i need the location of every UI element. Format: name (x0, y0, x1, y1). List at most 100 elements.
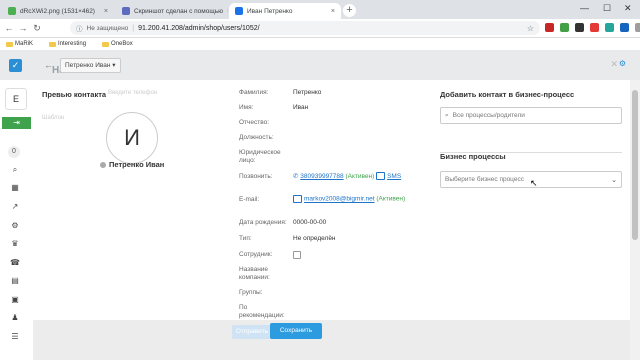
folder-icon (6, 41, 13, 47)
ghost-hint: Введите телефон (108, 90, 158, 96)
calendar-icon[interactable]: ▦ (9, 183, 21, 192)
grid-icon[interactable]: ▣ (9, 295, 21, 304)
phone-link[interactable]: 380939997788 (300, 173, 343, 180)
tab-2[interactable]: Иван Петренко × (229, 3, 341, 19)
contact-avatar: И (106, 112, 158, 164)
back-icon[interactable]: ← (2, 23, 16, 33)
contact-modal: ✕ ⚙ Превью контакта Введите телефон Шабл… (33, 59, 630, 360)
gear-icon[interactable]: ⚙ (619, 59, 626, 68)
field-label-referral: По рекомендации: (239, 304, 285, 319)
sms-icon (376, 172, 386, 181)
page-content: ✓ ← Написать смс Петренко Иван ▾ E ⇥ 0 ⌕… (0, 50, 640, 360)
close-window-icon[interactable]: ✕ (624, 3, 632, 14)
preview-heading: Превью контакта (42, 90, 107, 99)
field-label-email: E-mail: (239, 196, 260, 203)
field-value-type: Не определён (293, 235, 336, 242)
extension-icon[interactable] (545, 23, 554, 32)
bookmark-marik[interactable]: MaRiK (6, 41, 33, 47)
counter-badge[interactable]: 0 (8, 146, 20, 158)
status-dot-icon (100, 161, 106, 168)
tab-label: Скриншот сделан с помощью (134, 7, 223, 15)
extension-icon[interactable] (605, 23, 614, 32)
extension-icons: ⋮ (545, 23, 640, 32)
info-icon[interactable]: ⓘ (76, 23, 83, 33)
mouse-cursor-icon: ↖ (530, 178, 538, 188)
folder-icon (102, 41, 110, 47)
save-button[interactable]: Сохранить (270, 323, 322, 339)
tab-close-icon[interactable]: × (227, 8, 228, 15)
field-label-patronymic: Отчество: (239, 119, 270, 126)
phone-icon[interactable]: ☎ (9, 258, 21, 267)
contact-selector[interactable]: Петренко Иван ▾ (60, 58, 121, 73)
field-value-birthdate: 0000-00-00 (293, 219, 327, 226)
field-label-company: Название компании: (239, 266, 270, 281)
tab-1[interactable]: Скриншот сделан с помощью × (116, 3, 228, 19)
browser-tab-bar: dRcXWi2.png (1531×462) × Скриншот сделан… (0, 0, 640, 19)
search-placeholder: Все процессы/родители (452, 112, 525, 119)
send-button-ghost[interactable]: Отправить (232, 325, 272, 339)
field-label-employee: Сотрудник: (239, 251, 273, 258)
tab-0[interactable]: dRcXWi2.png (1531×462) × (2, 3, 114, 19)
search-icon[interactable]: ⌕ (9, 165, 21, 175)
omnibox[interactable]: ⓘ Не защищено | 91.200.41.208/admin/shop… (70, 21, 540, 35)
user-icon[interactable]: ♟ (9, 313, 21, 322)
divider: | (132, 24, 135, 32)
contact-full-name: Петренко Иван (100, 160, 164, 169)
user-initial-avatar[interactable]: E (5, 88, 27, 110)
bookmarks-bar: MaRiK Interesting OneBox (0, 38, 640, 50)
add-to-process-heading: Добавить контакт в бизнес-процесс (440, 90, 575, 99)
app-header: ✓ ← Написать смс Петренко Иван ▾ (0, 50, 640, 80)
bookmark-star-icon[interactable]: ☆ (527, 24, 534, 33)
green-action-button[interactable]: ⇥ (2, 117, 31, 129)
employee-checkbox[interactable] (293, 251, 301, 259)
reload-icon[interactable]: ↻ (30, 23, 44, 34)
profile-avatar[interactable] (635, 23, 640, 32)
url-text[interactable]: 91.200.41.208/admin/shop/users/1052/ (138, 25, 259, 32)
chevron-down-icon: ⌄ (611, 176, 617, 184)
bookmark-label: Interesting (58, 41, 87, 47)
sms-link[interactable]: SMS (387, 173, 401, 180)
tab-favicon-icon (235, 7, 243, 15)
bookmark-interesting[interactable]: Interesting (49, 41, 86, 47)
new-tab-button[interactable]: + (343, 4, 356, 17)
field-label-birthdate: Дата рождения: (239, 219, 287, 226)
maximize-icon[interactable]: ☐ (603, 3, 611, 14)
tab-close-icon[interactable]: × (331, 8, 335, 15)
bookmark-onebox[interactable]: OneBox (102, 41, 133, 47)
field-value-firstname: Иван (293, 104, 309, 111)
field-value-lastname: Петренко (293, 89, 322, 96)
forward-icon[interactable]: → (16, 23, 30, 33)
tab-favicon-icon (8, 7, 16, 15)
settings-icon[interactable]: ⚙ (9, 221, 21, 230)
extension-icon[interactable] (575, 23, 584, 32)
app-logo-icon[interactable]: ✓ (9, 59, 22, 72)
field-label-legal-entity: Юридическое лицо: (239, 149, 281, 164)
process-search-input[interactable]: ⌕ Все процессы/родители (440, 107, 622, 124)
scrollbar-thumb[interactable] (632, 90, 638, 240)
ghost-hint-2: Шаблон (42, 115, 65, 121)
tab-label: dRcXWi2.png (1531×462) (20, 7, 95, 15)
mail-icon (293, 195, 302, 203)
search-icon: ⌕ (445, 111, 449, 119)
phone-row: ✆ 380939997788 (Активен) SMS (293, 172, 401, 181)
field-label-groups: Группы: (239, 289, 263, 296)
email-status: (Активен) (376, 195, 406, 203)
extension-icon[interactable] (590, 23, 599, 32)
field-label-firstname: Имя: (239, 104, 254, 111)
tab-close-icon[interactable]: × (104, 8, 108, 15)
extension-icon[interactable] (620, 23, 629, 32)
chart-icon[interactable]: ↗ (9, 202, 21, 211)
email-link[interactable]: markov2008@bigmir.net (304, 196, 375, 203)
field-label-type: Тип: (239, 235, 252, 242)
crown-icon[interactable]: ♛ (9, 239, 21, 248)
extension-icon[interactable] (560, 23, 569, 32)
field-label-position: Должность: (239, 134, 274, 141)
folder-icon (49, 41, 57, 47)
list-icon[interactable]: ☰ (9, 332, 21, 341)
minimize-icon[interactable]: — (580, 3, 589, 13)
modal-footer (33, 320, 630, 360)
doc-icon[interactable]: ▤ (9, 276, 21, 285)
close-icon[interactable]: ✕ (610, 59, 618, 70)
bookmark-label: MaRiK (15, 41, 34, 47)
bookmark-label: OneBox (111, 41, 133, 47)
